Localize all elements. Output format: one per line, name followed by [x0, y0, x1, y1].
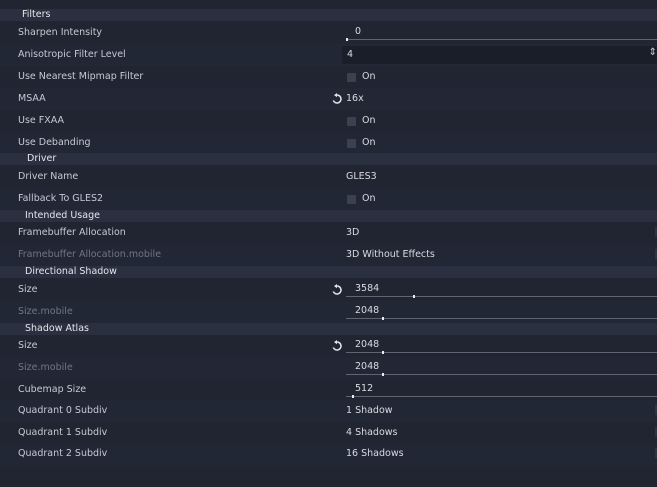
- dropdown-value: 16 Shadows: [346, 448, 404, 459]
- checkbox-unchecked-icon[interactable]: [347, 73, 356, 82]
- property-label: Use Debanding: [18, 137, 91, 148]
- property-label: Quadrant 2 Subdiv: [18, 448, 108, 459]
- checkbox-label: On: [362, 115, 376, 126]
- driver-name-dropdown[interactable]: GLES3: [342, 166, 657, 188]
- property-label: Fallback To GLES2: [18, 193, 104, 204]
- anisotropic-filter-spinbox[interactable]: 4 ⇕: [342, 44, 657, 66]
- spinner-arrows-icon[interactable]: ⇕: [649, 47, 657, 58]
- property-fallback-to-gles2: Fallback To GLES2 On: [0, 188, 657, 210]
- property-quadrant-1-subdiv: Quadrant 1 Subdiv 4 Shadows: [0, 422, 657, 444]
- property-quadrant-0-subdiv: Quadrant 0 Subdiv 1 Shadow: [0, 400, 657, 422]
- section-label: Driver: [27, 153, 57, 164]
- framebuffer-allocation-mobile-dropdown[interactable]: 3D Without Effects: [342, 244, 657, 266]
- property-framebuffer-allocation-mobile: Framebuffer Allocation.mobile 3D Without…: [0, 244, 657, 266]
- property-directional-shadow-size-mobile: Size.mobile 2048: [0, 301, 657, 323]
- property-quadrant-2-subdiv: Quadrant 2 Subdiv 16 Shadows: [0, 443, 657, 465]
- slider-grabber[interactable]: [412, 295, 415, 298]
- dropdown-value: 16x: [346, 93, 364, 104]
- property-shadow-atlas-size: Size 2048: [0, 335, 657, 357]
- dropdown-value: 3D: [346, 227, 360, 238]
- slider-track[interactable]: [346, 318, 657, 319]
- section-label: Intended Usage: [25, 210, 100, 221]
- section-shadow-atlas[interactable]: Shadow Atlas: [0, 323, 657, 335]
- spinbox-field[interactable]: 4: [342, 46, 657, 64]
- property-use-nearest-mipmap-filter: Use Nearest Mipmap Filter On: [0, 66, 657, 88]
- slider-grabber[interactable]: [381, 351, 384, 354]
- checkbox-unchecked-icon[interactable]: [347, 195, 356, 204]
- property-use-debanding: Use Debanding On: [0, 132, 657, 154]
- slider-track[interactable]: [346, 352, 657, 353]
- property-label: Use Nearest Mipmap Filter: [18, 71, 144, 82]
- use-debanding-checkbox[interactable]: On: [342, 132, 657, 154]
- dropdown-value: GLES3: [346, 171, 377, 182]
- checkbox-unchecked-icon[interactable]: [347, 117, 356, 126]
- property-use-fxaa: Use FXAA On: [0, 110, 657, 132]
- property-row-partial: [0, 465, 657, 487]
- framebuffer-allocation-dropdown[interactable]: 3D: [342, 222, 657, 244]
- property-label: Use FXAA: [18, 115, 65, 126]
- property-label: Framebuffer Allocation.mobile: [18, 249, 162, 260]
- property-anisotropic-filter-level: Anisotropic Filter Level 4 ⇕: [0, 44, 657, 66]
- cubemap-size-slider[interactable]: 512: [342, 379, 657, 401]
- section-intended-usage[interactable]: Intended Usage: [0, 210, 657, 222]
- checkbox-label: On: [362, 137, 376, 148]
- quadrant-0-subdiv-dropdown[interactable]: 1 Shadow: [342, 400, 657, 422]
- property-driver-name: Driver Name GLES3: [0, 166, 657, 188]
- property-msaa: MSAA 16x: [0, 88, 657, 110]
- slider-grabber[interactable]: [352, 395, 355, 398]
- property-label: Size.mobile: [18, 306, 73, 317]
- msaa-dropdown[interactable]: 16x: [342, 88, 657, 110]
- slider-grabber[interactable]: [381, 373, 384, 376]
- property-directional-shadow-size: Size 3584: [0, 279, 657, 301]
- section-label: Shadow Atlas: [25, 323, 89, 334]
- spinbox-value: 4: [347, 49, 354, 60]
- dropdown-value: 1 Shadow: [346, 405, 393, 416]
- sharpen-intensity-slider[interactable]: 0: [342, 22, 657, 44]
- section-filters[interactable]: Filters: [0, 9, 657, 21]
- section-label: Filters: [22, 9, 51, 20]
- property-framebuffer-allocation: Framebuffer Allocation 3D: [0, 222, 657, 244]
- slider-track[interactable]: [346, 396, 657, 397]
- property-label: MSAA: [18, 93, 46, 104]
- checkbox-label: On: [362, 71, 376, 82]
- property-label: Anisotropic Filter Level: [18, 49, 126, 60]
- property-label: Size: [18, 284, 38, 295]
- use-nearest-mipmap-checkbox[interactable]: On: [342, 66, 657, 88]
- section-driver[interactable]: Driver: [0, 153, 657, 165]
- shadow-atlas-size-mobile-slider[interactable]: 2048: [342, 357, 657, 379]
- slider-track[interactable]: [346, 374, 657, 375]
- quadrant-2-subdiv-dropdown[interactable]: 16 Shadows: [342, 443, 657, 465]
- property-label: Quadrant 1 Subdiv: [18, 427, 108, 438]
- checkbox-label: On: [362, 193, 376, 204]
- property-label: Size.mobile: [18, 362, 73, 373]
- directional-shadow-size-slider[interactable]: 3584: [342, 279, 657, 301]
- checkbox-unchecked-icon[interactable]: [347, 139, 356, 148]
- fallback-to-gles2-checkbox[interactable]: On: [342, 188, 657, 210]
- dropdown-value: 3D Without Effects: [346, 249, 435, 260]
- property-shadow-atlas-size-mobile: Size.mobile 2048: [0, 357, 657, 379]
- property-label: Sharpen Intensity: [18, 27, 103, 38]
- inspector-panel: Filters Sharpen Intensity 0 Anisotropic …: [0, 0, 657, 473]
- slider-track[interactable]: [346, 296, 657, 297]
- slider-track[interactable]: [346, 39, 657, 40]
- property-label: Cubemap Size: [18, 384, 87, 395]
- property-label: Framebuffer Allocation: [18, 227, 126, 238]
- section-label: Directional Shadow: [25, 266, 117, 277]
- shadow-atlas-size-slider[interactable]: 2048: [342, 335, 657, 357]
- section-directional-shadow[interactable]: Directional Shadow: [0, 266, 657, 278]
- property-cubemap-size: Cubemap Size 512: [0, 379, 657, 401]
- use-fxaa-checkbox[interactable]: On: [342, 110, 657, 132]
- slider-grabber[interactable]: [346, 38, 348, 41]
- property-label: Quadrant 0 Subdiv: [18, 405, 108, 416]
- directional-shadow-size-mobile-slider[interactable]: 2048: [342, 301, 657, 323]
- quadrant-1-subdiv-dropdown[interactable]: 4 Shadows: [342, 422, 657, 444]
- property-label: Size: [18, 340, 38, 351]
- property-label: Driver Name: [18, 171, 79, 182]
- property-sharpen-intensity: Sharpen Intensity 0: [0, 22, 657, 44]
- slider-grabber[interactable]: [381, 317, 384, 320]
- dropdown-value: 4 Shadows: [346, 427, 398, 438]
